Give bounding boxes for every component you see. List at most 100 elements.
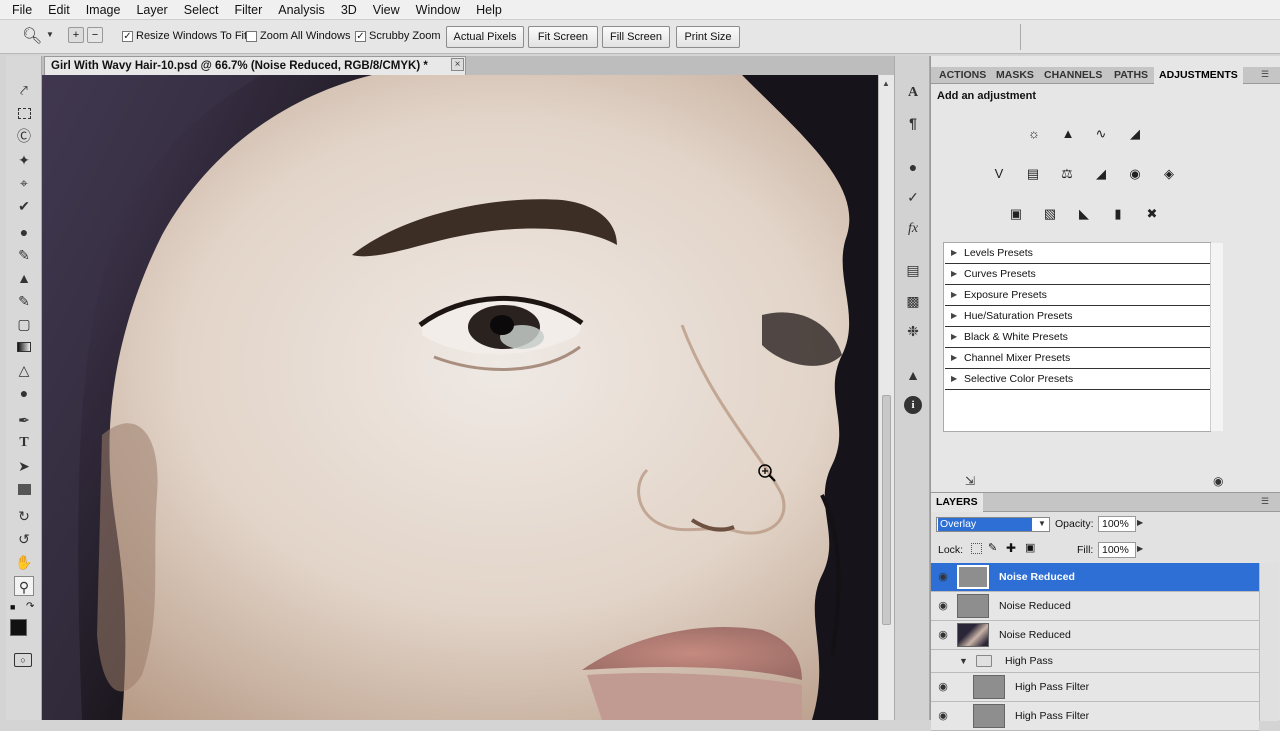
- channel-mixer-icon[interactable]: ◈: [1158, 163, 1180, 185]
- history-brush-tool-icon[interactable]: ✎: [14, 291, 34, 311]
- image-canvas[interactable]: [42, 75, 878, 720]
- layer-group-row[interactable]: ▼ High Pass: [931, 650, 1259, 673]
- menu-analysis[interactable]: Analysis: [270, 0, 333, 20]
- triangle-down-icon[interactable]: ▼: [959, 656, 968, 666]
- tab-channels[interactable]: CHANNELS: [1039, 67, 1107, 84]
- fit-screen-button[interactable]: Fit Screen: [528, 26, 598, 48]
- swatches-panel-icon[interactable]: ●: [904, 158, 922, 176]
- menu-3d[interactable]: 3D: [333, 0, 365, 20]
- default-colors-icon[interactable]: ■: [10, 602, 15, 612]
- lock-pixels-icon[interactable]: ✎: [988, 541, 997, 554]
- marquee-tool-icon[interactable]: [14, 104, 34, 124]
- exposure-icon[interactable]: ◢: [1124, 123, 1146, 145]
- pen-tool-icon[interactable]: ✒: [14, 410, 34, 430]
- eye-icon[interactable]: ◉: [935, 680, 951, 694]
- lock-position-icon[interactable]: ✚: [1006, 541, 1016, 555]
- menu-help[interactable]: Help: [468, 0, 510, 20]
- tab-adjustments[interactable]: ADJUSTMENTS: [1154, 67, 1243, 84]
- scroll-up-icon[interactable]: ▲: [882, 79, 890, 88]
- gradient-map-icon[interactable]: ▮: [1107, 203, 1129, 225]
- clone-stamp-tool-icon[interactable]: ▲: [14, 268, 34, 288]
- layer-row[interactable]: ◉ Noise Reduced: [931, 621, 1259, 650]
- preset-curves[interactable]: ▶ Curves Presets: [945, 264, 1210, 285]
- clip-to-layer-icon[interactable]: ◉: [1213, 474, 1223, 488]
- return-to-list-icon[interactable]: ⇲: [965, 474, 975, 488]
- print-size-button[interactable]: Print Size: [676, 26, 740, 48]
- preset-black-white[interactable]: ▶ Black & White Presets: [945, 327, 1210, 348]
- foreground-color-swatch[interactable]: [10, 619, 27, 636]
- history-panel-icon[interactable]: ▤: [904, 261, 922, 279]
- 3d-orbit-tool-icon[interactable]: ↺: [14, 529, 34, 549]
- brush-presets-icon[interactable]: ❉: [904, 322, 922, 340]
- menu-filter[interactable]: Filter: [226, 0, 270, 20]
- actual-pixels-button[interactable]: Actual Pixels: [446, 26, 524, 48]
- scrubby-zoom-checkbox[interactable]: ✓ Scrubby Zoom: [355, 30, 441, 42]
- clone-source-icon[interactable]: ▩: [904, 292, 922, 310]
- lock-all-icon[interactable]: ▣: [1025, 541, 1035, 554]
- tab-paths[interactable]: PATHS: [1109, 67, 1153, 84]
- eye-hidden-icon[interactable]: [935, 655, 949, 667]
- eye-icon[interactable]: ◉: [935, 628, 951, 642]
- crop-tool-icon[interactable]: ⌖: [14, 173, 34, 193]
- menu-view[interactable]: View: [365, 0, 408, 20]
- tab-actions[interactable]: ACTIONS: [934, 67, 991, 84]
- posterize-icon[interactable]: ▧: [1039, 203, 1061, 225]
- blur-tool-icon[interactable]: △: [14, 360, 34, 380]
- brightness-contrast-icon[interactable]: ☼: [1023, 123, 1045, 145]
- zoom-in-icon[interactable]: +: [68, 27, 84, 43]
- layer-row[interactable]: ◉ High Pass Filter: [931, 673, 1259, 702]
- gradient-tool-icon[interactable]: [14, 337, 34, 357]
- quick-mask-icon[interactable]: ○: [14, 653, 32, 667]
- vibrance-icon[interactable]: V: [988, 163, 1010, 185]
- preset-exposure[interactable]: ▶ Exposure Presets: [945, 285, 1210, 306]
- layer-row[interactable]: ◉ Noise Reduced: [931, 563, 1259, 592]
- path-select-tool-icon[interactable]: ➤: [14, 456, 34, 476]
- threshold-icon[interactable]: ◣: [1073, 203, 1095, 225]
- panel-menu-icon[interactable]: ☰: [1261, 496, 1269, 507]
- type-tool-icon[interactable]: T: [14, 433, 34, 453]
- layer-row[interactable]: ◉ High Pass Filter: [931, 702, 1259, 731]
- color-balance-icon[interactable]: ⚖: [1056, 163, 1078, 185]
- scroll-thumb[interactable]: [882, 395, 891, 625]
- zoom-out-icon[interactable]: −: [87, 27, 103, 43]
- zoom-tool-icon[interactable]: 🔍︎: [22, 26, 42, 46]
- layer-row[interactable]: ◉ Noise Reduced: [931, 592, 1259, 621]
- opacity-arrow-icon[interactable]: ▶: [1137, 518, 1143, 527]
- paragraph-panel-icon[interactable]: ¶: [904, 114, 922, 132]
- move-tool-icon[interactable]: ⤤: [14, 80, 34, 100]
- healing-brush-tool-icon[interactable]: ●: [14, 222, 34, 242]
- eye-icon[interactable]: ◉: [935, 570, 951, 584]
- menu-layer[interactable]: Layer: [128, 0, 175, 20]
- hue-saturation-icon[interactable]: ▤: [1022, 163, 1044, 185]
- vertical-scrollbar[interactable]: ▲: [878, 75, 894, 720]
- fill-input[interactable]: 100%: [1098, 542, 1136, 558]
- curves-icon[interactable]: ∿: [1090, 123, 1112, 145]
- shape-tool-icon[interactable]: [14, 480, 34, 500]
- panel-menu-icon[interactable]: ☰: [1261, 69, 1269, 80]
- black-white-icon[interactable]: ◢: [1090, 163, 1112, 185]
- preset-hue-saturation[interactable]: ▶ Hue/Saturation Presets: [945, 306, 1210, 327]
- swap-colors-icon[interactable]: ↷: [26, 601, 34, 612]
- blend-mode-select[interactable]: Overlay ▼: [936, 517, 1050, 532]
- selective-color-icon[interactable]: ✖: [1141, 203, 1163, 225]
- levels-icon[interactable]: ▲: [1057, 123, 1079, 145]
- histogram-panel-icon[interactable]: ▲: [904, 366, 922, 384]
- lock-transparency-icon[interactable]: [971, 543, 982, 554]
- close-icon[interactable]: ×: [451, 58, 464, 71]
- menu-window[interactable]: Window: [408, 0, 468, 20]
- info-panel-icon[interactable]: i: [904, 396, 922, 414]
- zoom-all-windows-checkbox[interactable]: Zoom All Windows: [246, 30, 350, 42]
- opacity-input[interactable]: 100%: [1098, 516, 1136, 532]
- eraser-tool-icon[interactable]: ▢: [14, 314, 34, 334]
- tab-layers[interactable]: LAYERS: [931, 493, 983, 512]
- character-panel-icon[interactable]: A: [904, 84, 922, 102]
- menu-select[interactable]: Select: [176, 0, 227, 20]
- brush-tool-icon[interactable]: ✎: [14, 245, 34, 265]
- menu-image[interactable]: Image: [78, 0, 129, 20]
- quick-select-tool-icon[interactable]: ✦: [14, 150, 34, 170]
- eye-icon[interactable]: ◉: [935, 709, 951, 723]
- layers-scrollbar[interactable]: [1259, 563, 1279, 721]
- photo-filter-icon[interactable]: ◉: [1124, 163, 1146, 185]
- styles-panel-icon[interactable]: ✓: [904, 188, 922, 206]
- fill-arrow-icon[interactable]: ▶: [1137, 544, 1143, 553]
